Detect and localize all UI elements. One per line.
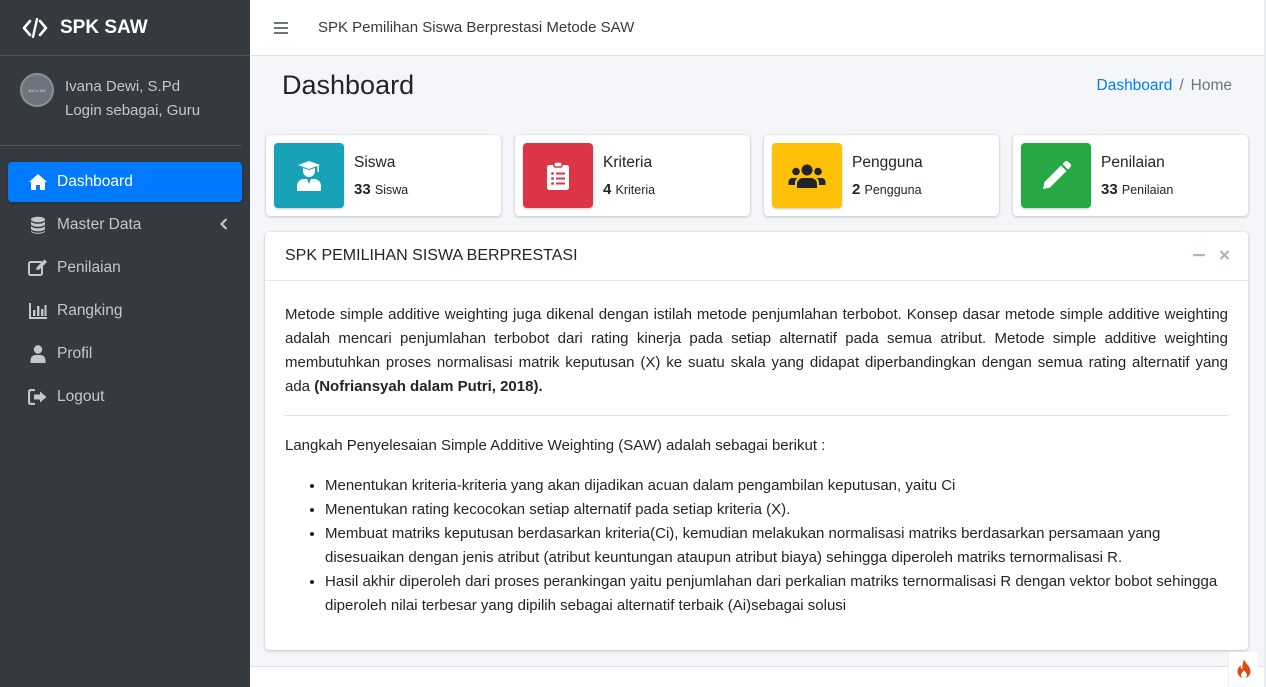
sidebar-item-penilaian[interactable]: Penilaian xyxy=(8,248,242,288)
user-role: Login sebagai, Guru xyxy=(65,102,201,119)
sidebar-nav: Dashboard Master Data Penilaian Rangking xyxy=(0,146,250,417)
info-box-count: 2 xyxy=(852,180,861,198)
topbar-title[interactable]: SPK Pemilihan Siswa Berprestasi Metode S… xyxy=(318,19,634,36)
list-item: Menentukan kriteria-kriteria yang akan d… xyxy=(325,474,1228,498)
sidebar-item-label: Profil xyxy=(57,345,93,362)
top-navbar: SPK Pemilihan Siswa Berprestasi Metode S… xyxy=(250,0,1266,56)
breadcrumb-separator: / xyxy=(1179,77,1184,94)
sidebar-item-label: Penilaian xyxy=(57,259,121,276)
clipboard-list-icon xyxy=(523,143,593,208)
sidebar-item-label: Dashboard xyxy=(57,173,133,190)
list-item: Hasil akhir diperoleh dari proses perank… xyxy=(325,570,1228,618)
flame-icon[interactable] xyxy=(1228,652,1258,686)
info-box-label: Siswa xyxy=(354,153,396,171)
info-box-label: Kriteria xyxy=(603,153,653,171)
divider xyxy=(285,415,1228,416)
sign-out-icon xyxy=(27,387,49,407)
user-name[interactable]: Ivana Dewi, S.Pd xyxy=(65,75,200,99)
sidebar: SPK SAW 100 x 100 Ivana Dewi, S.Pd Login… xyxy=(0,0,250,687)
list-item: Membuat matriks keputusan berdasarkan kr… xyxy=(325,522,1228,570)
info-box-unit: Pengguna xyxy=(864,182,922,197)
sidebar-item-dashboard[interactable]: Dashboard xyxy=(8,162,242,202)
brand-link[interactable]: SPK SAW xyxy=(0,0,250,56)
steps-title: Langkah Penyelesaian Simple Additive Wei… xyxy=(285,437,826,454)
sidebar-item-rangking[interactable]: Rangking xyxy=(8,291,242,331)
brand-name: SPK SAW xyxy=(60,16,148,38)
breadcrumb: Dashboard / Home xyxy=(1097,77,1233,95)
steps-list: Menentukan kriteria-kriteria yang akan d… xyxy=(285,474,1228,618)
graduate-icon xyxy=(274,143,344,208)
sidebar-item-master-data[interactable]: Master Data xyxy=(8,205,242,245)
info-box-label: Pengguna xyxy=(852,153,923,171)
edit-icon xyxy=(27,258,49,278)
close-icon[interactable] xyxy=(1219,248,1230,266)
breadcrumb-current: Home xyxy=(1190,77,1232,94)
menu-toggle-icon[interactable] xyxy=(274,21,288,34)
sidebar-item-logout[interactable]: Logout xyxy=(8,377,242,417)
home-icon xyxy=(27,172,49,192)
intro-paragraph: Metode simple additive weighting juga di… xyxy=(285,303,1228,399)
sidebar-item-label: Logout xyxy=(57,388,105,405)
users-icon xyxy=(772,143,842,208)
info-box-unit: Penilaian xyxy=(1121,182,1174,197)
avatar[interactable]: 100 x 100 xyxy=(20,73,54,107)
user-panel: 100 x 100 Ivana Dewi, S.Pd Login sebagai… xyxy=(0,56,242,146)
info-box-count: 33 xyxy=(354,180,371,198)
info-box-penilaian[interactable]: Penilaian 33 Penilaian xyxy=(1013,135,1248,216)
info-box-count: 33 xyxy=(1101,180,1118,198)
user-icon xyxy=(27,344,49,364)
info-box-kriteria[interactable]: Kriteria 4 Kriteria xyxy=(515,135,750,216)
database-icon xyxy=(27,215,49,235)
pencil-icon xyxy=(1021,143,1091,208)
code-icon xyxy=(22,17,48,38)
info-box-pengguna[interactable]: Pengguna 2 Pengguna xyxy=(764,135,999,216)
info-card: SPK PEMILIHAN SISWA BERPRESTASI Metode s… xyxy=(265,232,1248,650)
info-box-count: 4 xyxy=(603,180,612,198)
chevron-left-icon xyxy=(219,217,228,235)
card-title: SPK PEMILIHAN SISWA BERPRESTASI xyxy=(285,247,578,264)
page-title: Dashboard xyxy=(282,70,415,100)
sidebar-item-label: Rangking xyxy=(57,302,123,319)
sidebar-item-label: Master Data xyxy=(57,216,142,233)
info-box-siswa[interactable]: Siswa 33 Siswa xyxy=(266,135,501,216)
citation: (Nofriansyah dalam Putri, 2018). xyxy=(314,378,543,395)
breadcrumb-link-dashboard[interactable]: Dashboard xyxy=(1097,77,1173,94)
footer xyxy=(250,666,1266,687)
collapse-icon[interactable] xyxy=(1193,248,1205,266)
info-box-label: Penilaian xyxy=(1101,153,1165,171)
sidebar-item-profil[interactable]: Profil xyxy=(8,334,242,374)
info-box-unit: Siswa xyxy=(374,182,409,197)
bar-chart-icon xyxy=(27,301,49,321)
list-item: Menentukan rating kecocokan setiap alter… xyxy=(325,498,1228,522)
info-box-unit: Kriteria xyxy=(615,182,656,197)
